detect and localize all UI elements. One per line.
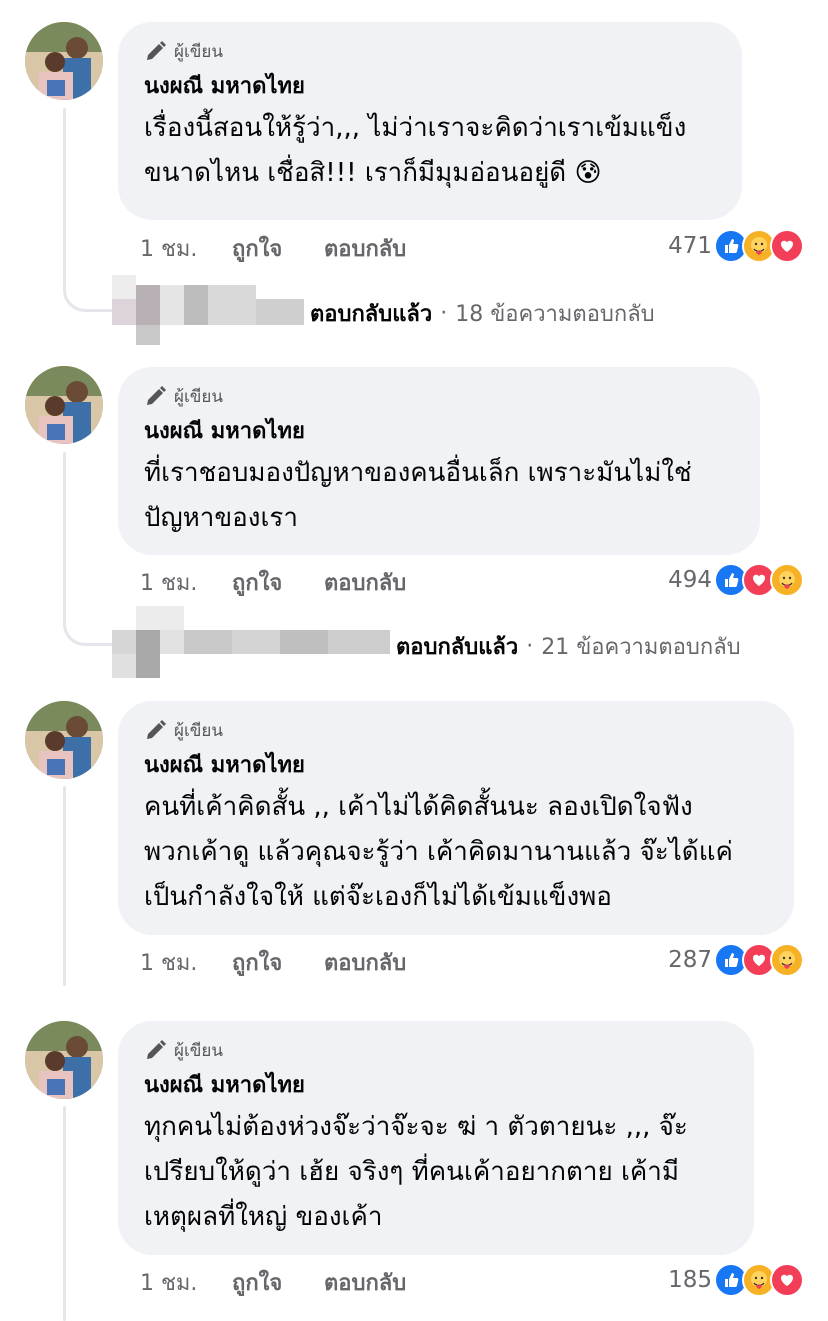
- pencil-icon: [147, 1040, 166, 1059]
- pencil-icon: [147, 386, 166, 405]
- avatar[interactable]: [25, 701, 103, 779]
- pencil-icon: [147, 720, 166, 739]
- reply-button[interactable]: ตอบกลับ: [324, 565, 406, 600]
- timestamp[interactable]: 1 ชม.: [140, 1265, 232, 1300]
- reaction-count: 185: [668, 1267, 712, 1293]
- reply-button[interactable]: ตอบกลับ: [324, 231, 406, 266]
- author-name[interactable]: นงผณี มหาดไทย: [144, 72, 716, 102]
- reactions-summary[interactable]: 185: [668, 1263, 804, 1297]
- comment-text: คนที่เค้าคิดสั้น ,, เค้าไม่ได้คิดสั้นนะ …: [144, 785, 768, 920]
- author-name[interactable]: นงผณี มหาดไทย: [144, 417, 734, 447]
- comment-actions: 1 ชม. ถูกใจ ตอบกลับ: [140, 231, 406, 265]
- comment-actions: 1 ชม. ถูกใจ ตอบกลับ: [140, 1265, 406, 1299]
- author-badge-label: ผู้เขียน: [174, 41, 223, 62]
- reactions-summary[interactable]: 494: [668, 563, 804, 597]
- timestamp[interactable]: 1 ชม.: [140, 565, 232, 600]
- view-replies-link[interactable]: ตอบกลับแล้ว · 21 ข้อความตอบกลับ: [396, 626, 741, 666]
- author-badge: ผู้เขียน: [144, 38, 716, 64]
- comment-line: พวกเค้าดู แล้วคุณจะรู้ว่า เค้าคิดมานานแล…: [144, 837, 733, 867]
- like-button[interactable]: ถูกใจ: [232, 1265, 324, 1300]
- avatar[interactable]: [25, 22, 103, 100]
- comment-text: ที่เราชอบมองปัญหาของคนอื่นเล็ก เพราะมันไ…: [144, 451, 734, 541]
- author-badge-label: ผู้เขียน: [174, 1040, 223, 1061]
- comment-bubble: ผู้เขียน นงผณี มหาดไทย เรื่องนี้สอนให้รู…: [118, 22, 742, 220]
- comment-line: เหตุผลที่ใหญ่ ของเค้า: [144, 1202, 383, 1232]
- comment-line: ปัญหาของเรา: [144, 503, 298, 533]
- author-badge: ผู้เขียน: [144, 383, 734, 409]
- like-button[interactable]: ถูกใจ: [232, 565, 324, 600]
- author-badge: ผู้เขียน: [144, 717, 768, 743]
- author-badge-label: ผู้เขียน: [174, 386, 223, 407]
- like-button[interactable]: ถูกใจ: [232, 945, 324, 980]
- comment-line: ที่เราชอบมองปัญหาของคนอื่นเล็ก เพราะมันไ…: [144, 458, 692, 488]
- love-reaction-icon: [770, 229, 804, 263]
- comment-line: เรื่องนี้สอนให้รู้ว่า,,, ไม่ว่าเราจะคิดว…: [144, 113, 687, 143]
- reactions-summary[interactable]: 287: [668, 943, 804, 977]
- thread-connector: [63, 286, 113, 312]
- comment-actions: 1 ชม. ถูกใจ ตอบกลับ: [140, 565, 406, 599]
- avatar[interactable]: [25, 1021, 103, 1099]
- timestamp[interactable]: 1 ชม.: [140, 945, 232, 980]
- author-badge-label: ผู้เขียน: [174, 720, 223, 741]
- love-reaction-icon: [770, 1263, 804, 1297]
- care-reaction-icon: [770, 943, 804, 977]
- replier-avatars-blurred: [112, 275, 304, 345]
- thread-line: [63, 452, 66, 622]
- comment-text: เรื่องนี้สอนให้รู้ว่า,,, ไม่ว่าเราจะคิดว…: [144, 106, 716, 196]
- like-button[interactable]: ถูกใจ: [232, 231, 324, 266]
- reaction-count: 287: [668, 947, 712, 973]
- author-name[interactable]: นงผณี มหาดไทย: [144, 751, 768, 781]
- comment-bubble: ผู้เขียน นงผณี มหาดไทย คนที่เค้าคิดสั้น …: [118, 701, 794, 935]
- replier-avatars-blurred: [112, 606, 390, 678]
- reaction-count: 494: [668, 567, 712, 593]
- comment-line: คนที่เค้าคิดสั้น ,, เค้าไม่ได้คิดสั้นนะ …: [144, 792, 693, 822]
- reactions-summary[interactable]: 471: [668, 229, 804, 263]
- reaction-count: 471: [668, 233, 712, 259]
- comment-line: เป็นกำลังใจให้ แต่จ๊ะเองก็ไม่ได้เข้มแข็ง…: [144, 882, 612, 912]
- thread-line: [63, 108, 66, 288]
- timestamp[interactable]: 1 ชม.: [140, 231, 232, 266]
- avatar[interactable]: [25, 366, 103, 444]
- reply-button[interactable]: ตอบกลับ: [324, 1265, 406, 1300]
- comment-line: ขนาดไหน เชื่อสิ!!! เราก็มีมุมอ่อนอยู่ดี …: [144, 158, 602, 188]
- comment-line: เปรียบให้ดูว่า เฮ้ย จริงๆ ที่คนเค้าอยากต…: [144, 1157, 680, 1187]
- author-badge: ผู้เขียน: [144, 1037, 728, 1063]
- reply-count: 21 ข้อความตอบกลับ: [541, 634, 741, 660]
- reply-button[interactable]: ตอบกลับ: [324, 945, 406, 980]
- replied-label: ตอบกลับแล้ว: [310, 301, 433, 327]
- comment-bubble: ผู้เขียน นงผณี มหาดไทย ทุกคนไม่ต้องห่วงจ…: [118, 1021, 754, 1255]
- view-replies-link[interactable]: ตอบกลับแล้ว · 18 ข้อความตอบกลับ: [310, 293, 655, 333]
- separator-dot: ·: [440, 300, 448, 326]
- comment-bubble: ผู้เขียน นงผณี มหาดไทย ที่เราชอบมองปัญหา…: [118, 367, 760, 555]
- replied-label: ตอบกลับแล้ว: [396, 634, 519, 660]
- author-name[interactable]: นงผณี มหาดไทย: [144, 1071, 728, 1101]
- thread-line: [63, 786, 66, 986]
- thread-line: [63, 1106, 66, 1321]
- care-reaction-icon: [770, 563, 804, 597]
- comment-line: ทุกคนไม่ต้องห่วงจ๊ะว่าจ๊ะจะ ฆ่ า ตัวตายน…: [144, 1112, 688, 1142]
- pencil-icon: [147, 41, 166, 60]
- thread-connector: [63, 620, 113, 646]
- comment-actions: 1 ชม. ถูกใจ ตอบกลับ: [140, 945, 406, 979]
- reply-count: 18 ข้อความตอบกลับ: [455, 301, 655, 327]
- separator-dot: ·: [526, 633, 534, 659]
- comment-text: ทุกคนไม่ต้องห่วงจ๊ะว่าจ๊ะจะ ฆ่ า ตัวตายน…: [144, 1105, 728, 1240]
